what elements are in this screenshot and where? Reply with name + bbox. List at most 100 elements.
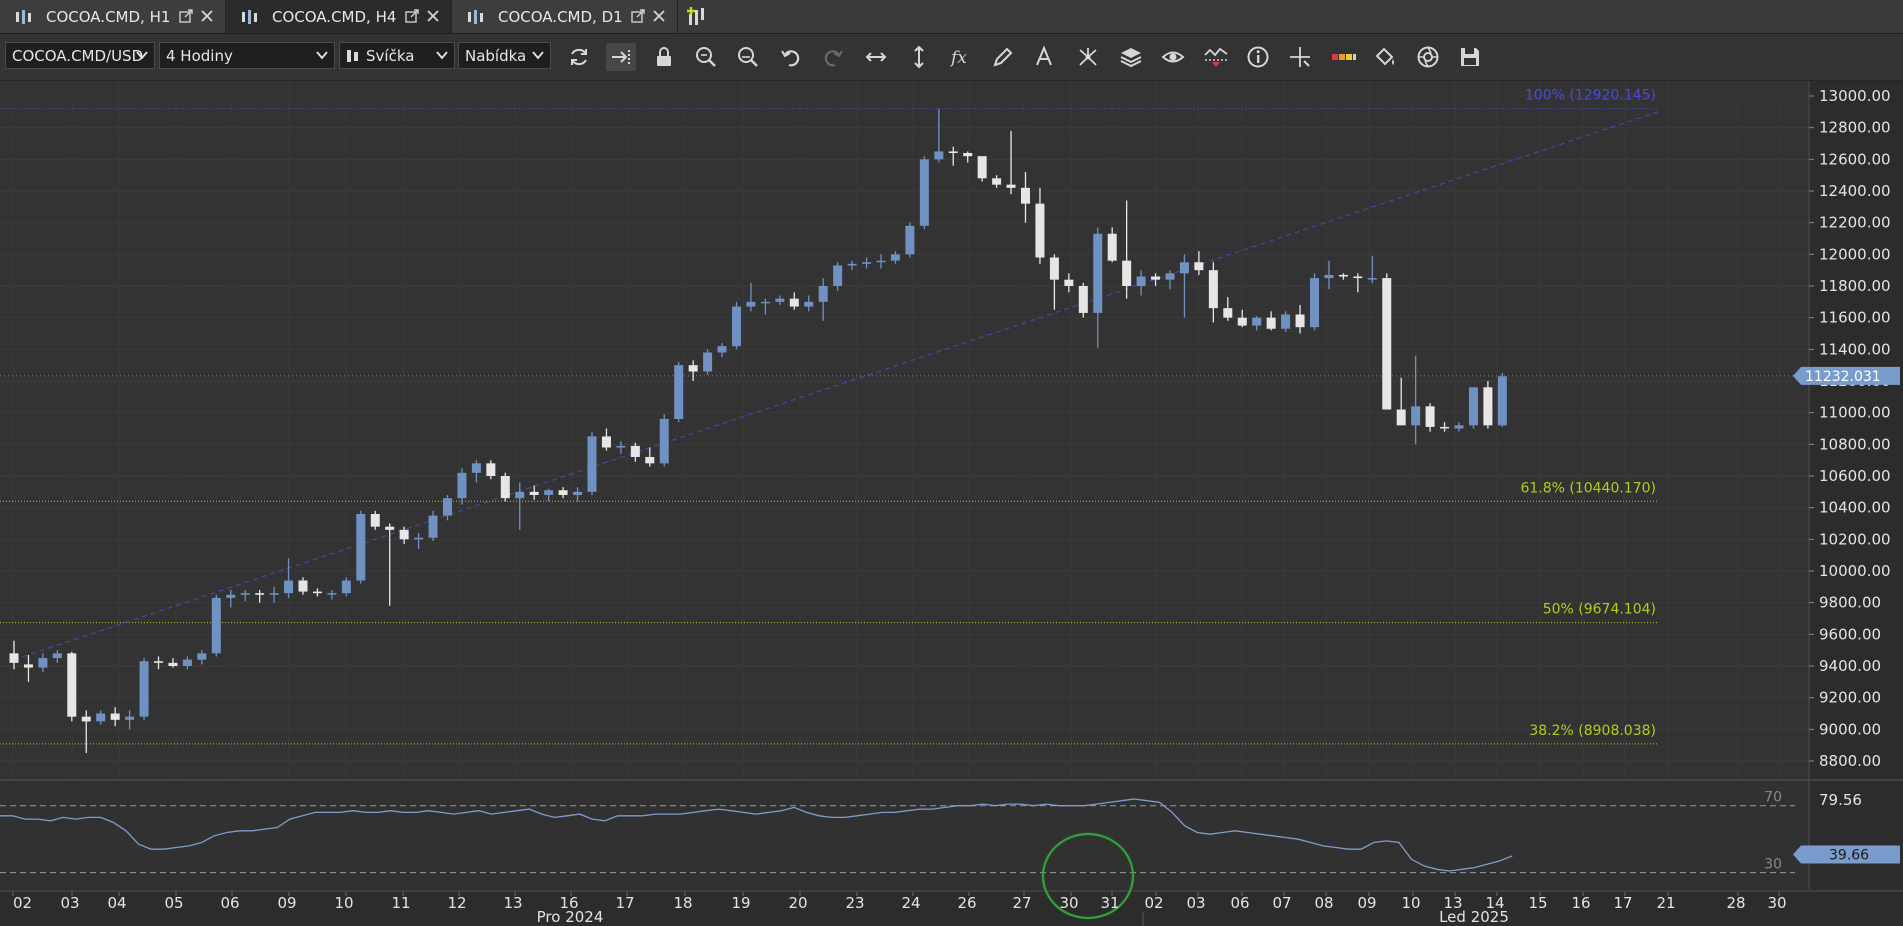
info-button[interactable] xyxy=(1243,43,1273,71)
crosshair-button[interactable] xyxy=(1285,43,1315,71)
candle-body[interactable] xyxy=(1035,203,1045,258)
candle-body[interactable] xyxy=(1497,376,1507,426)
candle-body[interactable] xyxy=(1281,314,1291,329)
close-icon[interactable] xyxy=(425,8,441,24)
undo-button[interactable] xyxy=(776,43,806,71)
market-depth-button[interactable] xyxy=(1328,43,1358,71)
theme-button[interactable] xyxy=(1370,43,1400,71)
candle-body[interactable] xyxy=(298,580,308,592)
candle-body[interactable] xyxy=(356,514,366,581)
candle-body[interactable] xyxy=(573,491,583,495)
candle-body[interactable] xyxy=(1223,308,1233,318)
candle-body[interactable] xyxy=(52,653,62,659)
candle-body[interactable] xyxy=(963,153,973,157)
candle-body[interactable] xyxy=(732,306,741,347)
candle-body[interactable] xyxy=(948,151,958,153)
candle-body[interactable] xyxy=(443,498,452,516)
candle-body[interactable] xyxy=(96,713,106,722)
candle-body[interactable] xyxy=(23,664,33,668)
candle-body[interactable] xyxy=(587,436,597,492)
candle-body[interactable] xyxy=(211,597,221,654)
candle-body[interactable] xyxy=(312,591,322,594)
candle-body[interactable] xyxy=(81,716,91,722)
pop-out-icon[interactable] xyxy=(405,9,419,23)
candle-body[interactable] xyxy=(110,713,120,720)
candle-body[interactable] xyxy=(1324,274,1334,279)
candle-body[interactable] xyxy=(601,436,611,448)
tab-cocoa-d1[interactable]: COCOA.CMD, D1 xyxy=(452,0,678,33)
candle-body[interactable] xyxy=(269,593,279,595)
candle-body[interactable] xyxy=(1194,262,1204,271)
candle-body[interactable] xyxy=(197,653,207,660)
candle-body[interactable] xyxy=(1440,426,1450,429)
candle-body[interactable] xyxy=(717,346,727,353)
horizontal-resize-button[interactable] xyxy=(861,43,891,71)
visibility-button[interactable] xyxy=(1158,43,1188,71)
candle-body[interactable] xyxy=(1266,317,1276,329)
candle-body[interactable] xyxy=(139,661,149,717)
candle-body[interactable] xyxy=(847,263,857,266)
candle-body[interactable] xyxy=(385,526,395,530)
candle-body[interactable] xyxy=(1468,387,1478,426)
candle-body[interactable] xyxy=(1237,317,1247,326)
zoom-in-button[interactable] xyxy=(691,43,721,71)
close-icon[interactable] xyxy=(651,8,667,24)
tab-cocoa-h1[interactable]: COCOA.CMD, H1 xyxy=(0,0,226,33)
chart-shift-button[interactable] xyxy=(606,43,636,71)
candle-body[interactable] xyxy=(38,658,48,668)
candle-body[interactable] xyxy=(457,472,467,499)
candle-body[interactable] xyxy=(1454,425,1464,429)
candle-body[interactable] xyxy=(1107,233,1117,261)
candle-body[interactable] xyxy=(833,265,843,286)
candle-body[interactable] xyxy=(1382,278,1392,410)
save-button[interactable] xyxy=(1455,43,1485,71)
candle-body[interactable] xyxy=(1310,278,1319,328)
candle-body[interactable] xyxy=(1049,257,1059,280)
candle-body[interactable] xyxy=(746,301,756,307)
candle-body[interactable] xyxy=(1483,387,1493,426)
candle-body[interactable] xyxy=(659,419,669,464)
candle-body[interactable] xyxy=(1208,270,1218,309)
chart-type-select[interactable]: Svíčka xyxy=(339,42,455,69)
vertical-resize-button[interactable] xyxy=(904,43,934,71)
candle-body[interactable] xyxy=(688,365,698,372)
candle-body[interactable] xyxy=(775,298,785,302)
candle-body[interactable] xyxy=(67,653,77,717)
candle-body[interactable] xyxy=(1021,187,1030,204)
candle-body[interactable] xyxy=(182,659,192,666)
candle-body[interactable] xyxy=(9,653,19,663)
candle-body[interactable] xyxy=(818,286,828,302)
candle-body[interactable] xyxy=(1367,278,1377,280)
refresh-button[interactable] xyxy=(564,43,594,71)
candle-body[interactable] xyxy=(168,662,178,666)
candle-body[interactable] xyxy=(1151,276,1161,280)
candle-body[interactable] xyxy=(399,529,409,540)
candle-body[interactable] xyxy=(486,463,496,476)
layers-button[interactable] xyxy=(1116,43,1146,71)
text-tool-button[interactable] xyxy=(1030,43,1060,71)
candle-body[interactable] xyxy=(370,514,380,527)
candle-body[interactable] xyxy=(1165,273,1175,280)
candle-body[interactable] xyxy=(1093,233,1103,313)
candle-body[interactable] xyxy=(500,476,510,499)
zoom-out-button[interactable] xyxy=(733,43,763,71)
candle-body[interactable] xyxy=(1252,317,1262,326)
candle-body[interactable] xyxy=(529,491,539,495)
pattern-tool-button[interactable] xyxy=(1073,43,1103,71)
candle-body[interactable] xyxy=(1295,314,1305,328)
candle-body[interactable] xyxy=(862,262,872,264)
candle-body[interactable] xyxy=(977,156,987,179)
candle-body[interactable] xyxy=(341,580,351,594)
candle-body[interactable] xyxy=(789,298,799,307)
candle-body[interactable] xyxy=(471,463,481,473)
candle-body[interactable] xyxy=(125,716,135,720)
draw-button[interactable] xyxy=(988,43,1018,71)
tab-cocoa-h4[interactable]: COCOA.CMD, H4 xyxy=(226,0,452,33)
candle-body[interactable] xyxy=(544,490,554,495)
instrument-select[interactable]: COCOA.CMD/USD xyxy=(5,42,155,69)
candle-body[interactable] xyxy=(905,225,915,255)
candle-body[interactable] xyxy=(645,457,655,464)
candle-body[interactable] xyxy=(630,445,640,457)
candle-body[interactable] xyxy=(1064,279,1074,286)
candle-body[interactable] xyxy=(890,254,900,261)
